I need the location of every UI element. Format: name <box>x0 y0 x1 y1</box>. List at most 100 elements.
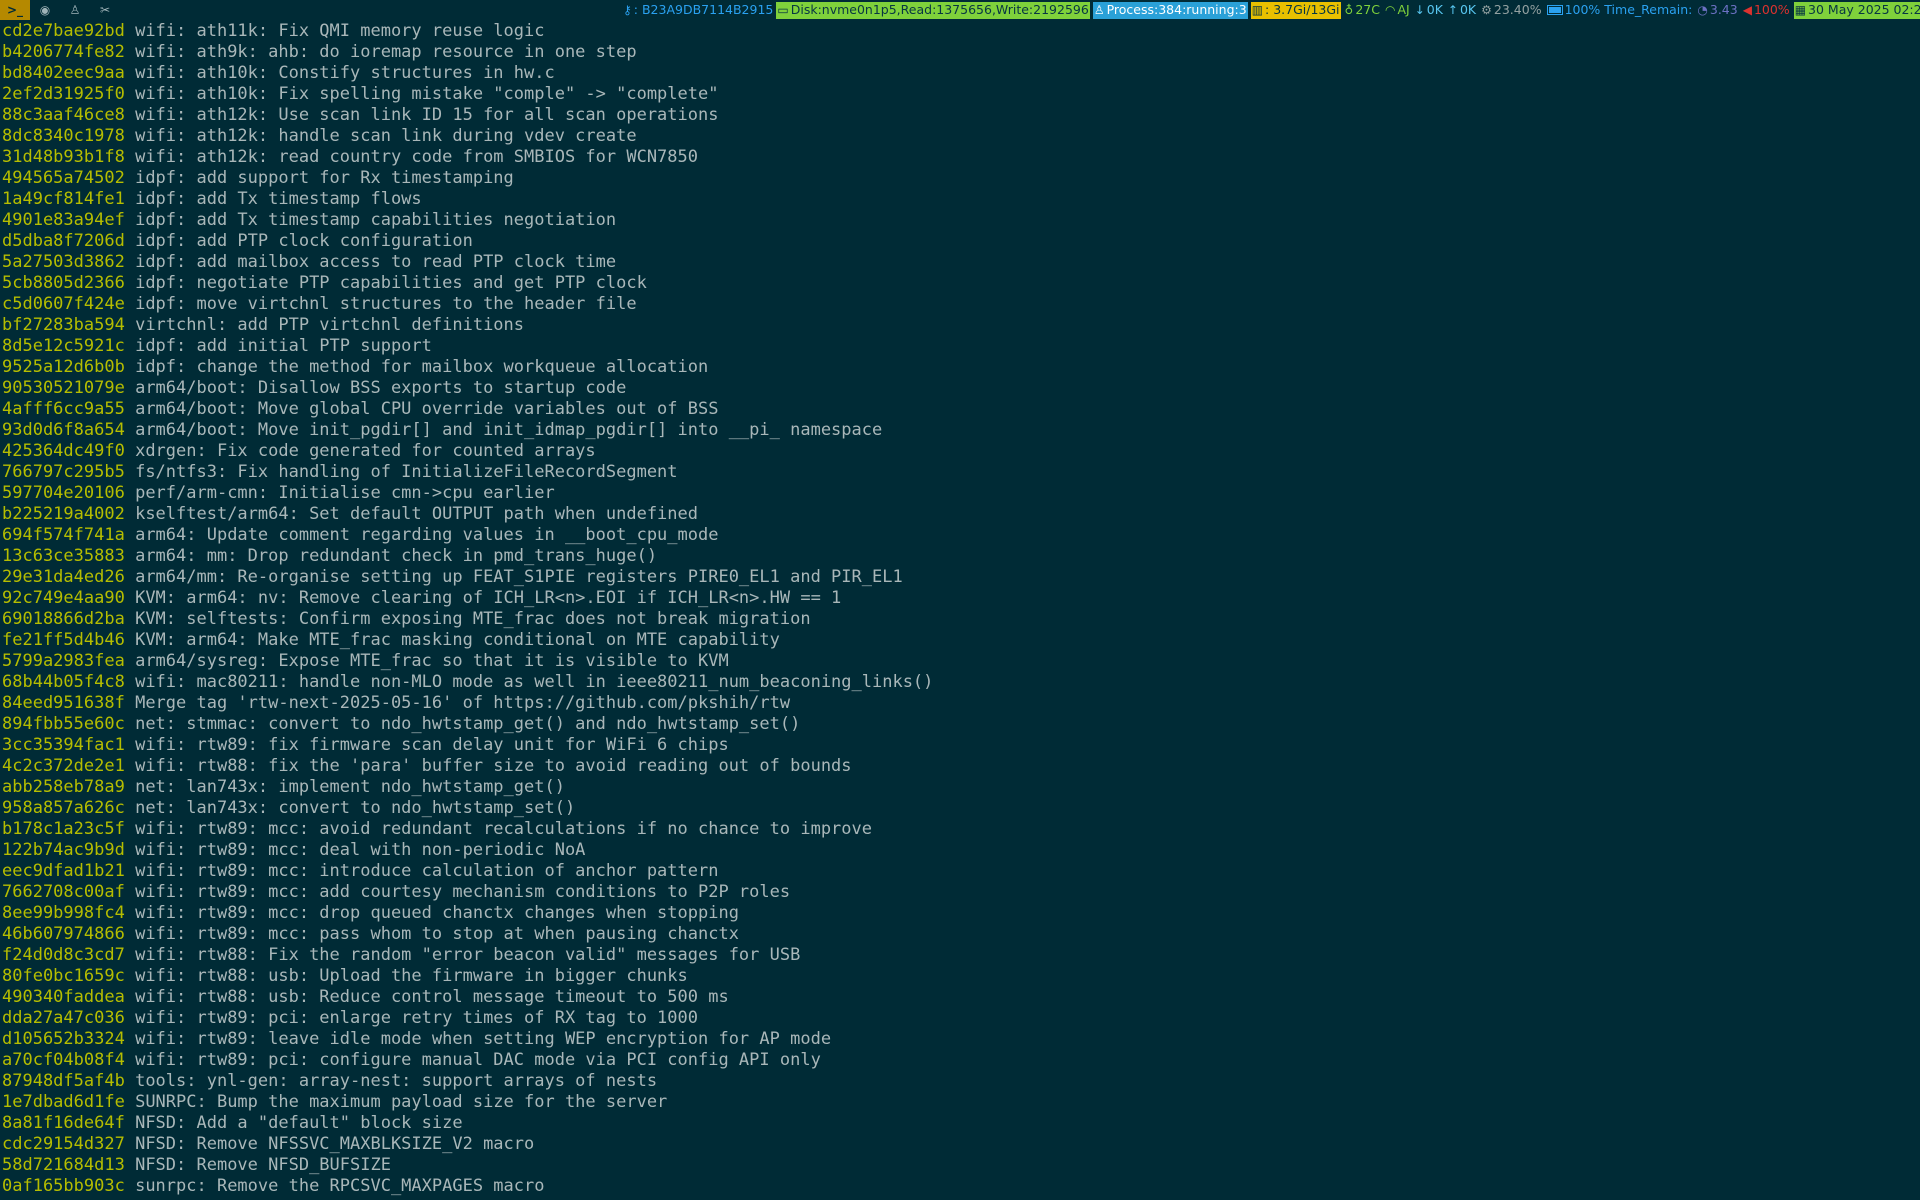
volume-text: 100% <box>1753 2 1790 17</box>
commit-message: wifi: mac80211: handle non-MLO mode as w… <box>135 672 934 692</box>
commit-row: 7662708c00af wifi: rtw89: mcc: add court… <box>2 882 1912 903</box>
commit-hash: 8d5e12c5921c <box>2 336 125 356</box>
temperature-widget: ♁ 27C <box>1344 2 1381 19</box>
commit-message: idpf: add PTP clock configuration <box>135 231 473 251</box>
commit-row: c5d0607f424e idpf: move virtchnl structu… <box>2 294 1912 315</box>
datetime-widget[interactable]: ▦ 30 May 2025 02:25 Fri <box>1793 1 1920 19</box>
commit-hash: 8dc8340c1978 <box>2 126 125 146</box>
commit-hash: 4c2c372de2e1 <box>2 756 125 776</box>
commit-message: arm64/boot: Move init_pgdir[] and init_i… <box>135 420 883 440</box>
commit-message: idpf: add initial PTP support <box>135 336 432 356</box>
commit-message: net: lan743x: convert to ndo_hwtstamp_se… <box>135 798 576 818</box>
wifi-widget[interactable]: ◠ AJ <box>1384 2 1411 19</box>
commit-hash: 8ee99b998fc4 <box>2 903 125 923</box>
load-text: 3.43 <box>1709 2 1738 17</box>
terminal-output[interactable]: cd2e7bae92bd wifi: ath11k: Fix QMI memor… <box>2 21 1912 1197</box>
commit-row: 766797c295b5 fs/ntfs3: Fix handling of I… <box>2 462 1912 483</box>
commit-hash: 490340faddea <box>2 987 125 1007</box>
commit-message: idpf: add Tx timestamp capabilities nego… <box>135 210 617 230</box>
commit-message: wifi: rtw89: mcc: drop queued chanctx ch… <box>135 903 739 923</box>
commit-hash: cd2e7bae92bd <box>2 21 125 41</box>
status-widgets: ⚷ : B23A9DB7114B2915 ▭ Disk:nvme0n1p5,Re… <box>622 0 1920 20</box>
commit-message: wifi: ath12k: handle scan link during vd… <box>135 126 637 146</box>
commit-row: bf27283ba594 virtchnl: add PTP virtchnl … <box>2 315 1912 336</box>
commit-message: NFSD: Add a "default" block size <box>135 1113 463 1133</box>
battery-icon <box>1546 5 1563 15</box>
commit-hash: 494565a74502 <box>2 168 125 188</box>
arrow-up-icon: ↑ <box>1447 3 1458 17</box>
commit-hash: 894fbb55e60c <box>2 714 125 734</box>
commit-row: 8dc8340c1978 wifi: ath12k: handle scan l… <box>2 126 1912 147</box>
commit-message: wifi: rtw89: mcc: add courtesy mechanism… <box>135 882 791 902</box>
commit-hash: 425364dc49f0 <box>2 441 125 461</box>
commit-row: 9525a12d6b0b idpf: change the method for… <box>2 357 1912 378</box>
commit-message: arm64/sysreg: Expose MTE_frac so that it… <box>135 651 729 671</box>
key-icon: ⚷ <box>623 3 632 17</box>
commit-row: 92c749e4aa90 KVM: arm64: nv: Remove clea… <box>2 588 1912 609</box>
commit-hash: 92c749e4aa90 <box>2 588 125 608</box>
commit-message: net: stmmac: convert to ndo_hwtstamp_get… <box>135 714 801 734</box>
commit-message: xdrgen: Fix code generated for counted a… <box>135 441 596 461</box>
commit-message: wifi: rtw89: mcc: introduce calculation … <box>135 861 719 881</box>
commit-row: 8a81f16de64f NFSD: Add a "default" block… <box>2 1113 1912 1134</box>
commit-row: 8d5e12c5921c idpf: add initial PTP suppo… <box>2 336 1912 357</box>
commit-hash: d105652b3324 <box>2 1029 125 1049</box>
commit-message: wifi: rtw89: mcc: pass whom to stop at w… <box>135 924 739 944</box>
commit-hash: 93d0d6f8a654 <box>2 420 125 440</box>
commit-hash: 29e31da4ed26 <box>2 567 125 587</box>
commit-hash: c5d0607f424e <box>2 294 125 314</box>
commit-message: wifi: rtw88: usb: Upload the firmware in… <box>135 966 688 986</box>
commit-message: wifi: rtw88: fix the 'para' buffer size … <box>135 756 852 776</box>
net-down-text: 0K <box>1426 2 1443 17</box>
temperature-text: 27C <box>1355 2 1380 17</box>
commit-row: cdc29154d327 NFSD: Remove NFSSVC_MAXBLKS… <box>2 1134 1912 1155</box>
commit-hash: 2ef2d31925f0 <box>2 84 125 104</box>
commit-message: wifi: ath10k: Constify structures in hw.… <box>135 63 555 83</box>
commit-message: fs/ntfs3: Fix handling of InitializeFile… <box>135 462 678 482</box>
commit-row: b225219a4002 kselftest/arm64: Set defaul… <box>2 504 1912 525</box>
volume-widget[interactable]: ◀ 100% <box>1742 2 1791 19</box>
tools-icon: ✂ <box>99 3 111 17</box>
commit-row: 5a27503d3862 idpf: add mailbox access to… <box>2 252 1912 273</box>
commit-row: 5799a2983fea arm64/sysreg: Expose MTE_fr… <box>2 651 1912 672</box>
commit-message: KVM: arm64: Make MTE_frac masking condit… <box>135 630 780 650</box>
commit-message: tools: ynl-gen: array-nest: support arra… <box>135 1071 658 1091</box>
commit-hash: b4206774fe82 <box>2 42 125 62</box>
commit-row: 13c63ce35883 arm64: mm: Drop redundant c… <box>2 546 1912 567</box>
commit-message: perf/arm-cmn: Initialise cmn->cpu earlie… <box>135 483 555 503</box>
commit-message: virtchnl: add PTP virtchnl definitions <box>135 315 525 335</box>
commit-hash: bd8402eec9aa <box>2 63 125 83</box>
commit-message: wifi: rtw89: leave idle mode when settin… <box>135 1029 832 1049</box>
commit-hash: 46b607974866 <box>2 924 125 944</box>
commit-hash: 0af165bb903c <box>2 1176 125 1196</box>
battery-widget: 100% Time_Remain: <box>1546 2 1694 19</box>
commit-hash: 694f574f741a <box>2 525 125 545</box>
commit-message: arm64: mm: Drop redundant check in pmd_t… <box>135 546 658 566</box>
process-widget: ♙ Process:384:running:3 <box>1092 1 1248 19</box>
workspace-terminal[interactable]: >_ <box>0 0 30 20</box>
disk-icon: ▭ <box>777 3 789 17</box>
workspace-firefox[interactable]: ◉ <box>30 0 60 20</box>
commit-message: kselftest/arm64: Set default OUTPUT path… <box>135 504 698 524</box>
commit-message: arm64/boot: Disallow BSS exports to star… <box>135 378 627 398</box>
firefox-icon: ◉ <box>39 3 51 17</box>
commit-message: wifi: ath12k: read country code from SMB… <box>135 147 698 167</box>
commit-row: 597704e20106 perf/arm-cmn: Initialise cm… <box>2 483 1912 504</box>
commit-row: b178c1a23c5f wifi: rtw89: mcc: avoid red… <box>2 819 1912 840</box>
status-bar: >_ ◉ ♙ ✂ ⚷ : B23A9DB7114B2915 ▭ Disk:nvm… <box>0 0 1920 20</box>
workspace-switcher: >_ ◉ ♙ ✂ <box>0 0 120 20</box>
commit-hash: 1a49cf814fe1 <box>2 189 125 209</box>
commit-message: idpf: negotiate PTP capabilities and get… <box>135 273 647 293</box>
commit-row: cd2e7bae92bd wifi: ath11k: Fix QMI memor… <box>2 21 1912 42</box>
commit-message: idpf: add mailbox access to read PTP clo… <box>135 252 617 272</box>
workspace-linux[interactable]: ♙ <box>60 0 90 20</box>
linux-tux-icon: ♙ <box>69 3 81 17</box>
workspace-tools[interactable]: ✂ <box>90 0 120 20</box>
commit-message: wifi: rtw88: usb: Reduce control message… <box>135 987 729 1007</box>
commit-row: 69018866d2ba KVM: selftests: Confirm exp… <box>2 609 1912 630</box>
commit-message: idpf: move virtchnl structures to the he… <box>135 294 637 314</box>
commit-hash: 90530521079e <box>2 378 125 398</box>
commit-message: arm64/mm: Re-organise setting up FEAT_S1… <box>135 567 903 587</box>
commit-row: 93d0d6f8a654 arm64/boot: Move init_pgdir… <box>2 420 1912 441</box>
commit-hash: dda27a47c036 <box>2 1008 125 1028</box>
